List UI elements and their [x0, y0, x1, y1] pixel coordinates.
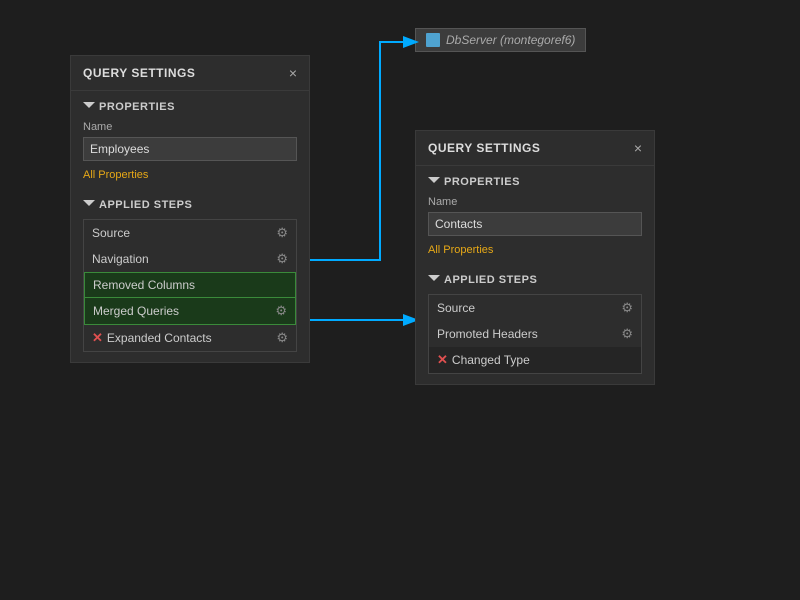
left-step-removed-columns-name: Removed Columns	[93, 278, 195, 292]
left-steps-label: APPLIED STEPS	[99, 199, 192, 211]
right-steps-triangle-icon	[428, 275, 440, 286]
right-step-promoted-headers[interactable]: Promoted Headers ⚙	[429, 321, 641, 347]
left-step-navigation-name: Navigation	[92, 252, 149, 266]
left-step-removed-columns[interactable]: Removed Columns	[84, 272, 296, 298]
right-step-changed-type-error-icon: ✕	[437, 352, 448, 368]
right-step-source-name: Source	[437, 301, 475, 315]
left-step-merged-queries-name: Merged Queries	[93, 304, 179, 318]
right-query-settings-panel: QUERY SETTINGS × PROPERTIES Name All Pro…	[415, 130, 655, 385]
right-panel-title: QUERY SETTINGS	[428, 141, 540, 155]
right-step-source[interactable]: Source ⚙	[429, 295, 641, 321]
db-server-label: DbServer (montegoref6)	[415, 28, 586, 52]
right-name-label: Name	[428, 196, 642, 208]
left-query-settings-panel: QUERY SETTINGS × PROPERTIES Name All Pro…	[70, 55, 310, 363]
left-step-expanded-contacts-gear-icon[interactable]: ⚙	[276, 330, 288, 346]
left-step-navigation-gear-icon[interactable]: ⚙	[276, 251, 288, 267]
db-server-text: DbServer (montegoref6)	[446, 33, 575, 47]
left-steps-triangle-icon	[83, 200, 95, 211]
right-panel-header: QUERY SETTINGS ×	[416, 131, 654, 166]
left-panel-body: PROPERTIES Name All Properties APPLIED S…	[71, 91, 309, 362]
left-step-expanded-contacts-error-icon: ✕	[92, 330, 103, 346]
left-step-navigation[interactable]: Navigation ⚙	[84, 246, 296, 272]
right-step-changed-type-left: ✕ Changed Type	[437, 352, 530, 368]
right-step-source-gear-icon[interactable]: ⚙	[621, 300, 633, 316]
right-panel-body: PROPERTIES Name All Properties APPLIED S…	[416, 166, 654, 384]
left-applied-steps-section: APPLIED STEPS Source ⚙ Navigation ⚙	[83, 199, 297, 352]
right-properties-label: PROPERTIES	[444, 176, 520, 188]
left-name-input[interactable]	[83, 137, 297, 161]
left-properties-triangle-icon	[83, 102, 95, 113]
left-step-source-name: Source	[92, 226, 130, 240]
database-icon	[426, 33, 440, 47]
left-step-source-gear-icon[interactable]: ⚙	[276, 225, 288, 241]
right-step-promoted-headers-name: Promoted Headers	[437, 327, 538, 341]
right-step-changed-type[interactable]: ✕ Changed Type	[429, 347, 641, 373]
right-step-promoted-headers-gear-icon[interactable]: ⚙	[621, 326, 633, 342]
right-panel-close-button[interactable]: ×	[634, 141, 642, 155]
left-name-label: Name	[83, 121, 297, 133]
left-step-navigation-left: Navigation	[92, 252, 149, 266]
left-all-properties-link[interactable]: All Properties	[83, 169, 148, 181]
right-applied-steps-section: APPLIED STEPS Source ⚙ Promoted Headers …	[428, 274, 642, 374]
left-step-expanded-contacts[interactable]: ✕ Expanded Contacts ⚙	[84, 325, 296, 351]
left-steps-list: Source ⚙ Navigation ⚙ Removed Columns	[83, 219, 297, 352]
left-panel-title: QUERY SETTINGS	[83, 66, 195, 80]
left-properties-section-header: PROPERTIES	[83, 101, 297, 113]
left-step-merged-queries[interactable]: Merged Queries ⚙	[84, 297, 296, 325]
left-step-source-left: Source	[92, 226, 130, 240]
left-step-expanded-contacts-left: ✕ Expanded Contacts	[92, 330, 212, 346]
right-step-changed-type-name: Changed Type	[452, 353, 530, 367]
left-step-source[interactable]: Source ⚙	[84, 220, 296, 246]
right-steps-section-header: APPLIED STEPS	[428, 274, 642, 286]
right-properties-triangle-icon	[428, 177, 440, 188]
right-name-input[interactable]	[428, 212, 642, 236]
left-panel-close-button[interactable]: ×	[289, 66, 297, 80]
left-step-expanded-contacts-name: Expanded Contacts	[107, 331, 212, 345]
left-step-merged-queries-left: Merged Queries	[93, 304, 179, 318]
right-steps-label: APPLIED STEPS	[444, 274, 537, 286]
left-steps-section-header: APPLIED STEPS	[83, 199, 297, 211]
left-step-removed-columns-left: Removed Columns	[93, 278, 195, 292]
right-steps-list: Source ⚙ Promoted Headers ⚙ ✕ Changed Ty…	[428, 294, 642, 374]
left-properties-label: PROPERTIES	[99, 101, 175, 113]
left-panel-header: QUERY SETTINGS ×	[71, 56, 309, 91]
right-step-promoted-headers-left: Promoted Headers	[437, 327, 538, 341]
left-step-merged-queries-gear-icon[interactable]: ⚙	[275, 303, 287, 319]
right-properties-section-header: PROPERTIES	[428, 176, 642, 188]
right-step-source-left: Source	[437, 301, 475, 315]
right-all-properties-link[interactable]: All Properties	[428, 244, 493, 256]
